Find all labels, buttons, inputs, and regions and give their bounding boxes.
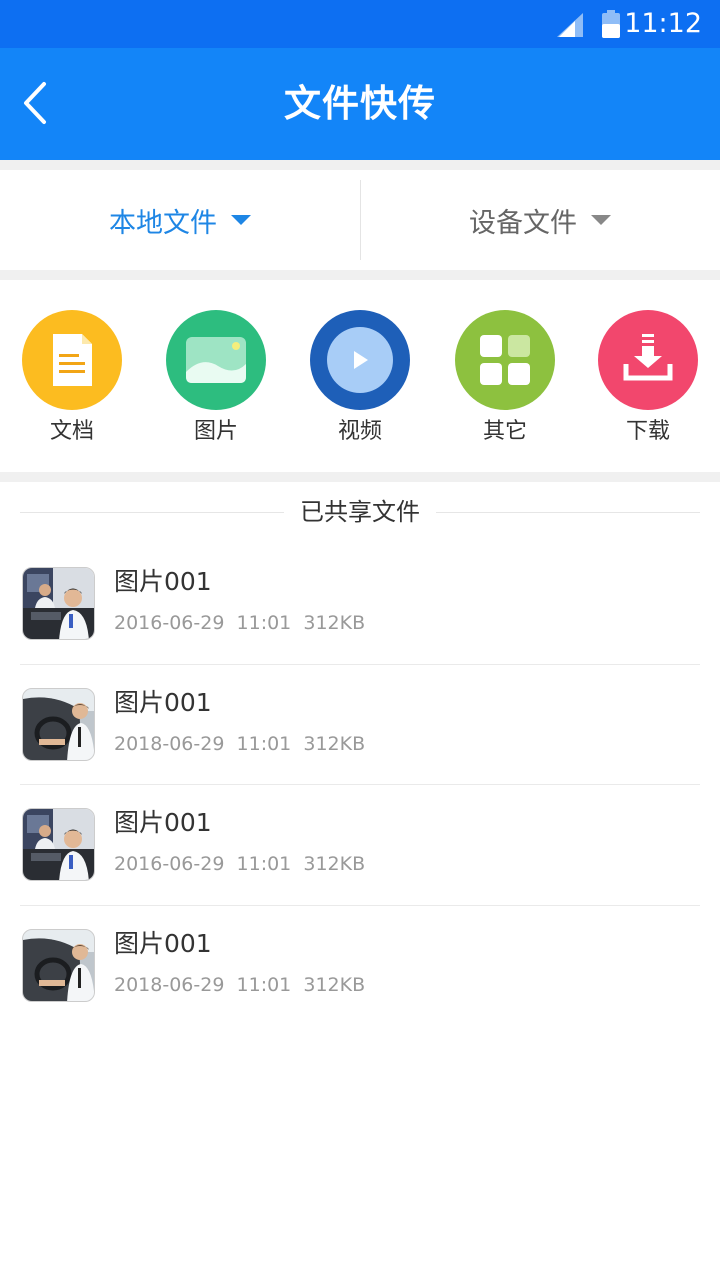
file-name: 图片001 — [114, 687, 212, 717]
file-source-tabs: 本地文件 设备文件 — [0, 170, 720, 270]
section-divider — [0, 160, 720, 170]
category-documents-label: 文档 — [49, 419, 94, 444]
file-time: 11:01 — [236, 853, 292, 875]
section-divider — [0, 270, 720, 280]
tab-device-files[interactable]: 设备文件 — [360, 170, 720, 270]
shared-files-title: 已共享文件 — [300, 498, 420, 526]
category-images-label: 图片 — [193, 419, 238, 444]
file-time: 11:01 — [236, 612, 292, 634]
file-thumbnail — [22, 808, 95, 881]
page-title: 文件快传 — [284, 82, 436, 125]
grid-icon — [455, 310, 555, 410]
category-videos-label: 视频 — [337, 419, 382, 444]
app-header: 文件快传 — [0, 48, 720, 160]
file-date: 2016-06-29 — [114, 853, 225, 875]
file-name: 图片001 — [114, 808, 212, 837]
image-icon — [166, 310, 266, 410]
file-row[interactable]: 图片001 2016-06-29 11:01 312KB — [0, 544, 720, 665]
battery-icon — [602, 10, 620, 38]
tab-local-files-label: 本地文件 — [109, 207, 217, 239]
file-row[interactable]: 图片001 2018-06-29 11:01 312KB — [0, 906, 720, 1027]
file-time: 11:01 — [236, 973, 292, 996]
file-meta: 2018-06-29 11:01 312KB — [114, 731, 365, 757]
file-thumbnail — [22, 687, 95, 761]
download-icon — [598, 310, 698, 410]
category-documents[interactable]: 文档 — [12, 310, 132, 446]
category-videos[interactable]: 视频 — [300, 310, 420, 446]
file-thumbnail — [22, 928, 95, 1002]
video-icon — [310, 310, 410, 410]
document-icon — [22, 310, 122, 410]
tab-local-files[interactable]: 本地文件 — [0, 170, 360, 270]
file-size: 312KB — [303, 853, 366, 875]
category-images[interactable]: 图片 — [156, 310, 276, 446]
file-date: 2018-06-29 — [114, 973, 225, 996]
file-row[interactable]: 图片001 2016-06-29 11:01 312KB — [0, 785, 720, 906]
shared-file-list: 图片001 2016-06-29 11:01 312KB 图片001 2018-06… — [0, 544, 720, 1026]
caret-down-icon — [591, 215, 611, 225]
category-other-label: 其它 — [482, 419, 527, 444]
category-downloads[interactable]: 下载 — [588, 310, 708, 446]
file-name: 图片001 — [114, 567, 212, 596]
category-other[interactable]: 其它 — [445, 310, 565, 446]
file-meta: 2016-06-29 11:01 312KB — [114, 610, 365, 636]
caret-down-icon — [231, 215, 251, 225]
shared-files-header: 已共享文件 — [20, 486, 700, 538]
back-arrow-icon[interactable] — [16, 78, 56, 128]
section-divider — [0, 472, 720, 482]
category-shortcuts: 文档 图片 视频 其它 下载 — [0, 280, 720, 472]
file-date: 2018-06-29 — [114, 732, 225, 755]
file-size: 312KB — [303, 973, 366, 996]
tab-device-files-label: 设备文件 — [469, 207, 577, 239]
signal-icon — [557, 13, 583, 37]
file-name: 图片001 — [114, 928, 212, 958]
category-downloads-label: 下载 — [625, 419, 670, 444]
file-size: 312KB — [303, 732, 366, 755]
file-time: 11:01 — [236, 732, 292, 755]
file-date: 2016-06-29 — [114, 612, 225, 634]
file-thumbnail — [22, 567, 95, 640]
file-size: 312KB — [303, 612, 366, 634]
status-time: 11:12 — [624, 8, 702, 39]
file-row[interactable]: 图片001 2018-06-29 11:01 312KB — [0, 665, 720, 785]
status-bar: 11:12 — [0, 0, 720, 48]
file-meta: 2018-06-29 11:01 312KB — [114, 972, 365, 998]
file-meta: 2016-06-29 11:01 312KB — [114, 851, 365, 877]
